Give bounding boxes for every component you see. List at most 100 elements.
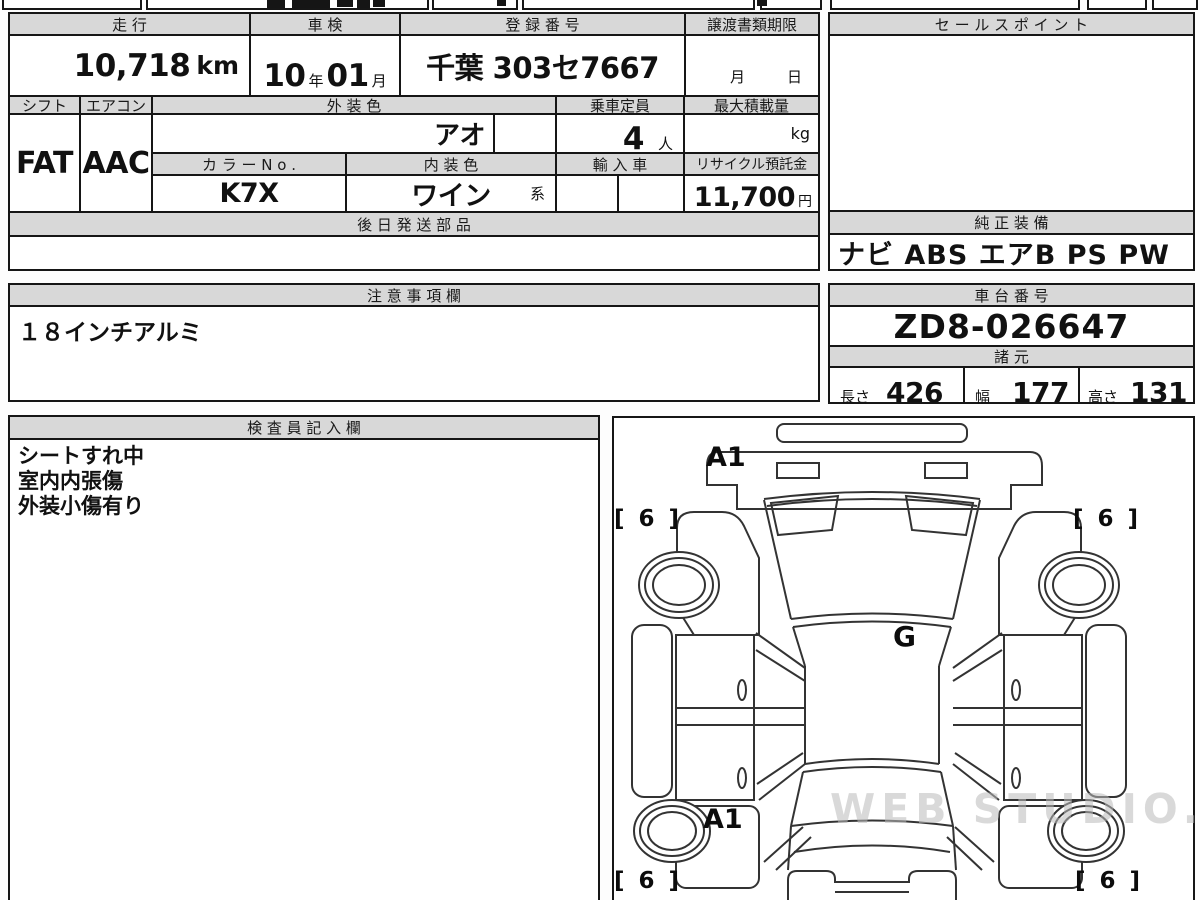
spec-length-value: 426 <box>886 376 943 409</box>
interior-color-value: ワイン <box>411 181 491 212</box>
interior-color-value-cell: ワイン 系 <box>345 174 557 213</box>
cutoff-text-fragment <box>292 0 330 8</box>
shift-value: FAT <box>16 145 73 181</box>
color-no-value-cell: K7X <box>151 174 347 213</box>
car-center-body <box>706 423 1043 900</box>
spec-width-cell: 幅 177 <box>963 366 1080 409</box>
chassis-number: ZD8-026647 <box>893 306 1130 346</box>
spec-height-cell: 高さ 131 <box>1078 366 1195 409</box>
specs-header: 諸 元 <box>828 345 1195 368</box>
inspector-box: シートすれ中 室内内張傷 外装小傷有り <box>8 438 600 900</box>
transfer-docs-value-cell: 月 日 <box>684 34 820 97</box>
exterior-color-header: 外 装 色 <box>151 95 557 115</box>
inspector-header: 検 査 員 記 入 欄 <box>8 415 600 440</box>
car-outline-drawing <box>631 423 1127 900</box>
capacity-unit: 人 <box>657 135 673 153</box>
recycle-deposit-header: リサイクル預託金 <box>683 152 820 176</box>
recycle-deposit-value: 11,700 <box>693 182 796 213</box>
exterior-color-sub-cell <box>493 113 557 154</box>
aircon-value: AAC <box>82 145 150 181</box>
import-value-cell-left <box>555 174 619 213</box>
spec-length-label: 長さ <box>840 388 871 406</box>
equipment-list: ナビ ABS エアB PS PW <box>838 239 1170 271</box>
aircon-value-cell: AAC <box>79 113 153 213</box>
registration-number-header: 登 録 番 号 <box>399 12 686 36</box>
top-strip-box <box>830 0 1080 10</box>
import-value-cell-right <box>617 174 685 213</box>
registration-number: 千葉 303セ7667 <box>426 50 659 85</box>
transfer-day-unit: 日 <box>786 68 802 86</box>
max-load-header: 最大積載量 <box>683 95 820 115</box>
inspector-note: 外装小傷有り <box>18 494 144 518</box>
damage-mark-hood: A1 <box>706 442 746 473</box>
shift-header: シフト <box>8 95 81 115</box>
damage-mark-rear-right: [ 6 ] <box>1075 868 1144 894</box>
later-parts-value-cell <box>8 235 820 271</box>
inspection-month-unit: 月 <box>371 72 387 90</box>
exterior-color-value: アオ <box>433 121 486 151</box>
inspection-header: 車 検 <box>249 12 401 36</box>
inspection-value-cell: 10 年 01 月 <box>249 34 401 97</box>
spec-height-label: 高さ <box>1088 388 1119 406</box>
notes-text: １８インチアルミ <box>18 320 202 346</box>
genuine-equipment-header: 純 正 装 備 <box>828 210 1195 235</box>
inspector-note: 室内内張傷 <box>18 469 123 493</box>
inspection-month: 01 <box>326 58 370 94</box>
spec-width-value: 177 <box>1012 376 1069 409</box>
top-strip-box <box>1087 0 1147 10</box>
auction-sheet: 走 行 車 検 登 録 番 号 譲渡書類期限 10,718 km 10 年 01… <box>0 0 1200 900</box>
capacity-value-cell: 4 人 <box>555 113 685 157</box>
interior-color-suffix: 系 <box>529 185 545 203</box>
mileage-header: 走 行 <box>8 12 251 36</box>
max-load-value-cell: kg <box>683 113 820 154</box>
car-right-side <box>946 511 1127 889</box>
damage-mark-front-right: [ 6 ] <box>1073 506 1142 532</box>
cutoff-text-fragment <box>497 0 506 6</box>
car-damage-diagram: WEB STUDIO.PRO <box>612 416 1200 900</box>
notes-header: 注 意 事 項 欄 <box>8 283 820 307</box>
chassis-number-header: 車 台 番 号 <box>828 283 1195 307</box>
genuine-equipment-value: ナビ ABS エアB PS PW <box>828 233 1195 271</box>
top-strip-box <box>522 0 755 10</box>
inspector-note: シートすれ中 <box>18 444 144 468</box>
top-strip-box <box>146 0 429 10</box>
transfer-month-unit: 月 <box>730 68 746 86</box>
spec-height-value: 131 <box>1130 376 1187 409</box>
top-strip-box <box>760 0 822 10</box>
damage-mark-rear-left: [ 6 ] <box>614 868 683 894</box>
cutoff-text-fragment <box>373 0 385 7</box>
transfer-docs-header: 譲渡書類期限 <box>684 12 820 36</box>
cutoff-text-fragment <box>337 0 353 7</box>
sales-point-header: セ ー ル ス ポ イ ン ト <box>828 12 1195 36</box>
spec-length-cell: 長さ 426 <box>828 366 965 409</box>
damage-mark-rear-wheel: A1 <box>703 804 743 835</box>
damage-mark-center: G <box>893 620 916 653</box>
top-strip-box <box>1152 0 1198 10</box>
later-parts-header: 後 日 発 送 部 品 <box>8 211 820 237</box>
shift-value-cell: FAT <box>8 113 81 213</box>
damage-mark-front-left: [ 6 ] <box>614 506 683 532</box>
mileage-unit: km <box>196 51 239 80</box>
sales-point-box <box>828 34 1195 212</box>
cutoff-text-fragment <box>267 0 285 8</box>
recycle-deposit-unit: 円 <box>798 194 812 210</box>
max-load-unit: kg <box>790 124 810 143</box>
color-no-value: K7X <box>219 178 279 209</box>
notes-box: １８インチアルミ <box>8 305 820 402</box>
interior-color-header: 内 装 色 <box>345 152 557 176</box>
cutoff-text-fragment <box>757 0 767 6</box>
recycle-deposit-value-cell: 11,700 円 <box>683 174 820 213</box>
import-header: 輸 入 車 <box>555 152 685 176</box>
inspection-year: 10 <box>263 58 306 94</box>
mileage-value-cell: 10,718 km <box>8 34 251 97</box>
inspection-year-unit: 年 <box>308 72 324 90</box>
color-no-header: カ ラ ー N o . <box>151 152 347 176</box>
top-strip-box <box>2 0 142 10</box>
mileage-value: 10,718 <box>73 47 191 84</box>
chassis-number-value: ZD8-026647 <box>828 305 1195 347</box>
aircon-header: エアコン <box>79 95 153 115</box>
cutoff-text-fragment <box>357 0 370 8</box>
spec-width-label: 幅 <box>975 388 991 406</box>
exterior-color-value-cell: アオ <box>151 113 495 154</box>
capacity-header: 乗車定員 <box>555 95 685 115</box>
